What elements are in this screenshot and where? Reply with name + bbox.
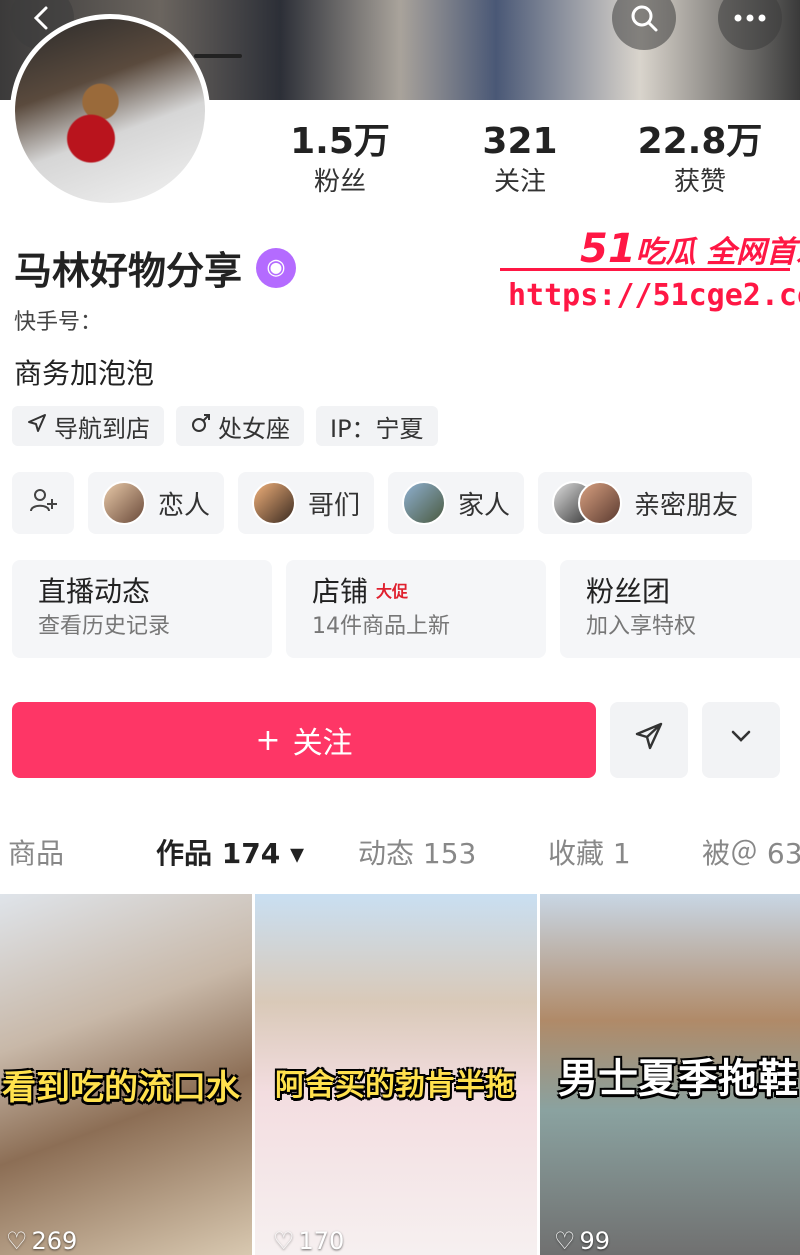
video-caption: 阿舍买的勃肯半拖 bbox=[275, 1068, 515, 1103]
relation-avatar bbox=[252, 481, 297, 525]
video-caption: 男士夏季拖鞋 bbox=[558, 1056, 798, 1102]
watermark-overlay: 51吃瓜 全网首发 https://51cge2.com bbox=[500, 226, 800, 326]
stat-following[interactable]: 321 关注 bbox=[430, 120, 610, 200]
tag-label: 导航到店 bbox=[54, 414, 150, 443]
stat-label: 粉丝 bbox=[313, 167, 366, 197]
send-icon bbox=[633, 720, 665, 760]
relation-avatar bbox=[402, 481, 447, 525]
navigation-icon bbox=[26, 412, 48, 440]
tag-label: IP：宁夏 bbox=[330, 414, 424, 443]
add-friend-button[interactable] bbox=[12, 472, 74, 534]
card-title: 直播动态 bbox=[38, 574, 246, 610]
card-subtitle: 加入享特权 bbox=[586, 614, 697, 639]
relation-close-friends[interactable]: 亲密朋友 bbox=[538, 472, 753, 534]
search-icon[interactable] bbox=[612, 0, 676, 50]
relation-buddies[interactable]: 哥们 bbox=[238, 472, 375, 534]
card-title-text: 店铺 bbox=[312, 575, 369, 608]
profile-name: 马林好物分享 ◉ bbox=[14, 240, 297, 295]
stat-likes[interactable]: 22.8万 获赞 bbox=[610, 120, 790, 200]
video-thumbnail[interactable]: 男士夏季拖鞋 ♡ 99 bbox=[540, 894, 800, 1255]
card-title: 粉丝团 bbox=[586, 574, 794, 610]
creator-badge-icon[interactable]: ◉ bbox=[256, 247, 297, 288]
watermark-url: https://51cge2.com bbox=[508, 278, 800, 313]
card-subtitle: 14件商品上新 bbox=[312, 614, 450, 639]
stat-value: 321 bbox=[482, 121, 558, 162]
tab-moments[interactable]: 动态 153 bbox=[358, 832, 476, 872]
stat-value: 22.8万 bbox=[637, 121, 763, 162]
content-tabs: 商品 作品 174 ▾ 动态 153 收藏 1 被＠ 63 bbox=[0, 832, 800, 892]
card-title-text: 直播动态 bbox=[38, 575, 151, 608]
tab-favorites[interactable]: 收藏 1 bbox=[548, 832, 631, 872]
relation-family[interactable]: 家人 bbox=[388, 472, 525, 534]
profile-name-text: 马林好物分享 bbox=[14, 249, 243, 293]
follow-actions: + 关注 bbox=[12, 702, 780, 778]
heart-icon: ♡ bbox=[6, 1227, 28, 1255]
card-title-text: 粉丝团 bbox=[586, 575, 671, 608]
profile-tags: 导航到店 处女座 IP：宁夏 bbox=[12, 406, 438, 446]
video-likes: ♡ 170 bbox=[273, 1227, 344, 1255]
video-grid: 看到吃的流口水 ♡ 269 阿舍买的勃肯半拖 ♡ 170 男士夏季拖鞋 ♡ 99 bbox=[0, 894, 800, 1255]
profile-bio: 商务加泡泡 bbox=[14, 357, 155, 390]
shop-card[interactable]: 店铺 大促 14件商品上新 bbox=[286, 560, 546, 658]
heart-icon: ♡ bbox=[273, 1227, 295, 1255]
more-options-button[interactable] bbox=[702, 702, 780, 778]
watermark-divider bbox=[500, 268, 790, 271]
more-icon[interactable] bbox=[718, 0, 782, 50]
video-likes: ♡ 269 bbox=[6, 1227, 77, 1255]
feature-cards: 直播动态 查看历史记录 店铺 大促 14件商品上新 粉丝团 加入享特权 bbox=[12, 560, 800, 658]
stat-value: 1.5万 bbox=[290, 121, 390, 162]
likes-count: 269 bbox=[31, 1227, 78, 1255]
male-icon bbox=[190, 412, 212, 440]
card-title: 店铺 大促 bbox=[312, 574, 520, 610]
add-user-icon bbox=[28, 485, 58, 522]
card-subtitle: 查看历史记录 bbox=[38, 614, 171, 639]
follow-label: 关注 bbox=[292, 726, 353, 761]
likes-count: 99 bbox=[579, 1227, 611, 1255]
video-likes: ♡ 99 bbox=[554, 1227, 610, 1255]
send-message-button[interactable] bbox=[610, 702, 688, 778]
relation-avatar bbox=[102, 481, 146, 525]
tag-label: 处女座 bbox=[218, 414, 290, 443]
avatar[interactable] bbox=[10, 14, 210, 208]
tag-ip-location: IP：宁夏 bbox=[316, 406, 438, 446]
promo-badge: 大促 bbox=[376, 582, 409, 601]
plus-icon: + bbox=[255, 722, 281, 758]
tab-mentions[interactable]: 被＠ 63 bbox=[702, 832, 800, 872]
follow-button[interactable]: + 关注 bbox=[12, 702, 596, 778]
relation-label: 亲密朋友 bbox=[634, 490, 739, 521]
likes-count: 170 bbox=[298, 1227, 345, 1255]
fan-club-card[interactable]: 粉丝团 加入享特权 bbox=[560, 560, 800, 658]
watermark-number: 51 bbox=[580, 226, 636, 272]
video-caption: 看到吃的流口水 bbox=[2, 1068, 240, 1108]
video-thumbnail[interactable]: 阿舍买的勃肯半拖 ♡ 170 bbox=[255, 894, 537, 1255]
tab-works[interactable]: 作品 174 ▾ bbox=[156, 832, 304, 872]
tag-zodiac: 处女座 bbox=[176, 406, 304, 446]
video-thumbnail[interactable]: 看到吃的流口水 ♡ 269 bbox=[0, 894, 252, 1255]
kuaishou-id: 快手号： bbox=[14, 310, 103, 335]
active-tab-indicator bbox=[194, 54, 242, 58]
stat-label: 获赞 bbox=[673, 167, 726, 197]
relation-avatar bbox=[578, 481, 623, 525]
relation-label: 家人 bbox=[458, 490, 511, 521]
chevron-down-icon bbox=[727, 722, 755, 758]
tag-navigate-store[interactable]: 导航到店 bbox=[12, 406, 164, 446]
relation-label: 哥们 bbox=[308, 490, 361, 521]
relation-label: 恋人 bbox=[158, 490, 211, 521]
relation-lover[interactable]: 恋人 bbox=[88, 472, 225, 534]
watermark-title: 51吃瓜 全网首发 bbox=[580, 226, 800, 272]
watermark-text: 吃瓜 全网首发 bbox=[635, 235, 800, 270]
relations-row: 恋人 哥们 家人 亲密朋友 bbox=[12, 472, 753, 534]
stat-followers[interactable]: 1.5万 粉丝 bbox=[250, 120, 430, 200]
live-history-card[interactable]: 直播动态 查看历史记录 bbox=[12, 560, 272, 658]
heart-icon: ♡ bbox=[554, 1227, 576, 1255]
stat-label: 关注 bbox=[493, 167, 546, 197]
tab-products[interactable]: 商品 bbox=[8, 832, 64, 872]
profile-stats: 1.5万 粉丝 321 关注 22.8万 获赞 bbox=[250, 120, 790, 200]
